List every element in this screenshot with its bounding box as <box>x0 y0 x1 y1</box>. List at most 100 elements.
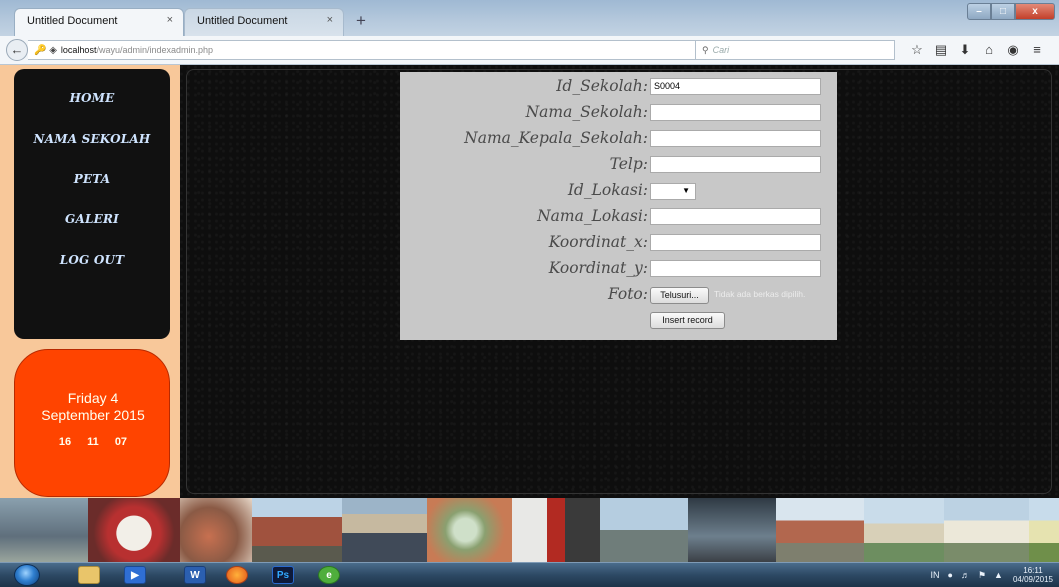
photo-thumbnail <box>0 498 88 562</box>
star-icon[interactable]: ☆ <box>905 41 929 59</box>
form-row-nama-lokasi: Nama_Lokasi: <box>400 205 837 229</box>
word-icon[interactable]: W <box>184 566 206 584</box>
close-window-button[interactable]: x <box>1015 3 1055 20</box>
tab-bar: Untitled Document × Untitled Document × … <box>0 0 1059 36</box>
telp-input[interactable] <box>650 156 821 173</box>
label-nama-sekolah: Nama_Sekolah: <box>525 103 648 121</box>
koordinat-y-input[interactable] <box>650 260 821 277</box>
form-row-telp: Telp: <box>400 153 837 177</box>
nama-lokasi-input[interactable] <box>650 208 821 225</box>
menu-item-home[interactable]: HOME <box>14 91 170 105</box>
file-explorer-icon[interactable] <box>78 566 100 584</box>
id-sekolah-input[interactable]: S0004 <box>650 78 821 95</box>
photo-thumbnail <box>252 498 342 562</box>
navigation-bar: ← 🔑 ◈ localhost/wayu/admin/indexadmin.php… <box>0 36 1059 65</box>
label-koordinat-y: Koordinat_y: <box>548 259 648 277</box>
photo-thumbnail <box>88 498 180 562</box>
volume-icon[interactable]: ♬ <box>961 570 970 580</box>
photo-strip <box>0 498 1059 562</box>
signal-icon[interactable]: ▲ <box>994 570 1003 580</box>
clock-seconds: 07 <box>114 436 128 448</box>
site-identity-icon[interactable]: 🔑 ◈ <box>34 45 57 56</box>
label-id-lokasi: Id_Lokasi: <box>567 181 648 199</box>
photo-thumbnail <box>600 498 688 562</box>
photo-thumbnail <box>512 498 600 562</box>
back-button[interactable]: ← <box>6 39 28 61</box>
new-tab-button[interactable]: + <box>356 11 366 31</box>
label-nama-kepala-sekolah: Nama_Kepala_Sekolah: <box>464 129 648 147</box>
tab-untitled-document[interactable]: Untitled Document × <box>184 8 344 36</box>
search-placeholder: Cari <box>712 45 730 55</box>
address-bar[interactable]: 🔑 ◈localhost/wayu/admin/indexadmin.php ▿… <box>28 40 731 60</box>
form-row-id-sekolah: Id_Sekolah: S0004 <box>400 75 837 99</box>
photo-thumbnail <box>688 498 776 562</box>
menu-item-galeri[interactable]: GALERI <box>14 212 170 226</box>
tab-title: Untitled Document <box>27 15 118 27</box>
form-row-koordinat-y: Koordinat_y: <box>400 257 837 281</box>
clock-time: 16 11 07 <box>15 436 171 448</box>
maximize-button[interactable]: □ <box>991 3 1015 20</box>
search-icon: ⚲ <box>702 45 709 55</box>
form-row-foto: Foto: Telusuri... Tidak ada berkas dipil… <box>400 283 837 307</box>
photo-thumbnail <box>776 498 864 562</box>
id-lokasi-select[interactable]: ▼ <box>650 183 696 200</box>
chevron-down-icon: ▼ <box>682 186 690 195</box>
network-icon[interactable]: ● <box>948 570 953 580</box>
system-clock[interactable]: 16:11 04/09/2015 <box>1013 566 1053 584</box>
close-tab-icon[interactable]: × <box>167 14 173 26</box>
nama-kepala-sekolah-input[interactable] <box>650 130 821 147</box>
browse-file-button[interactable]: Telusuri... <box>650 287 709 304</box>
tab-title: Untitled Document <box>197 15 288 27</box>
koordinat-x-input[interactable] <box>650 234 821 251</box>
toolbar-icons: ☆ ▤ ⬇ ⌂ ◉ ≡ <box>905 41 1049 59</box>
edge-icon[interactable]: e <box>318 566 340 584</box>
label-telp: Telp: <box>609 155 648 173</box>
label-id-sekolah: Id_Sekolah: <box>556 77 648 95</box>
page-body: HOME NAMA SEKOLAH PETA GALERI LOG OUT Fr… <box>0 65 1059 498</box>
clock-day: Friday 4 <box>67 390 119 406</box>
insert-record-button[interactable]: Insert record <box>650 312 725 329</box>
tab-untitled-document-active[interactable]: Untitled Document × <box>14 8 184 36</box>
no-file-selected-text: Tidak ada berkas dipilih. <box>714 289 806 299</box>
system-time: 16:11 <box>1023 566 1043 575</box>
photo-thumbnail <box>864 498 944 562</box>
close-tab-icon[interactable]: × <box>327 14 333 26</box>
clock-date: September 2015 <box>41 407 145 423</box>
chat-icon[interactable]: ◉ <box>1001 41 1025 59</box>
form-row-koordinat-x: Koordinat_x: <box>400 231 837 255</box>
clock-widget: Friday 4 September 2015 16 11 07 <box>14 349 170 497</box>
window-controls: – □ x <box>967 3 1055 21</box>
download-icon[interactable]: ⬇ <box>953 41 977 59</box>
clock-hours: 16 <box>58 436 72 448</box>
photo-thumbnail <box>427 498 512 562</box>
minimize-button[interactable]: – <box>967 3 991 20</box>
form-row-nama-sekolah: Nama_Sekolah: <box>400 101 837 125</box>
photo-thumbnail <box>342 498 427 562</box>
photo-thumbnail <box>944 498 1029 562</box>
firefox-icon[interactable] <box>226 566 248 584</box>
label-nama-lokasi: Nama_Lokasi: <box>537 207 648 225</box>
menu-item-log-out[interactable]: LOG OUT <box>14 253 170 267</box>
form-row-nama-kepala-sekolah: Nama_Kepala_Sekolah: <box>400 127 837 151</box>
search-field[interactable]: ⚲ Cari <box>695 40 895 60</box>
url-path: /wayu/admin/indexadmin.php <box>96 45 214 55</box>
photo-thumbnail <box>1029 498 1059 562</box>
menu-item-peta[interactable]: PETA <box>14 172 170 186</box>
system-date: 04/09/2015 <box>1012 575 1053 584</box>
side-menu: HOME NAMA SEKOLAH PETA GALERI LOG OUT <box>14 69 170 339</box>
home-icon[interactable]: ⌂ <box>977 41 1001 59</box>
start-button[interactable] <box>14 564 40 586</box>
system-tray: IN ● ♬ ⚑ ▲ 16:11 04/09/2015 <box>927 565 1053 585</box>
url-host: localhost <box>60 45 97 55</box>
flag-icon[interactable]: ⚑ <box>978 570 986 581</box>
menu-item-nama-sekolah[interactable]: NAMA SEKOLAH <box>14 132 170 146</box>
photoshop-icon[interactable]: Ps <box>272 566 294 584</box>
language-indicator[interactable]: IN <box>931 570 940 580</box>
menu-icon[interactable]: ≡ <box>1025 41 1049 59</box>
nama-sekolah-input[interactable] <box>650 104 821 121</box>
media-player-icon[interactable]: ▶ <box>124 566 146 584</box>
insert-school-form: Id_Sekolah: S0004 Nama_Sekolah: Nama_Kep… <box>400 72 837 340</box>
photo-thumbnail <box>180 498 252 562</box>
bookmarks-icon[interactable]: ▤ <box>929 41 953 59</box>
form-row-id-lokasi: Id_Lokasi: ▼ <box>400 179 837 203</box>
